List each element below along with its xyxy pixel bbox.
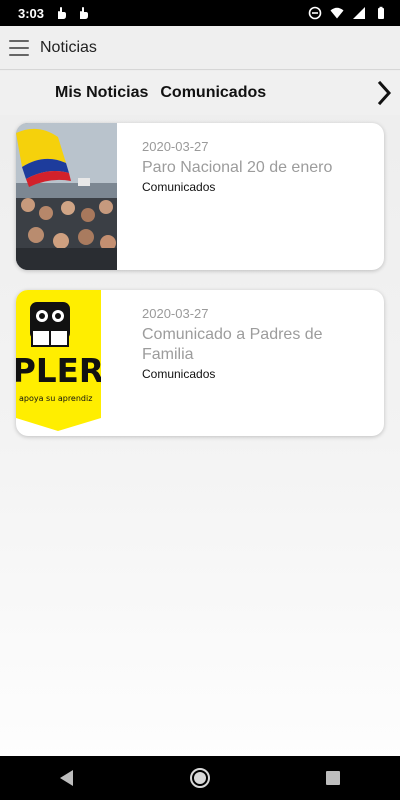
news-thumbnail [16,123,117,270]
svg-text:PLER: PLER [16,351,101,390]
tab-bar: Mis Noticias Comunicados [0,71,400,115]
tab-mis-noticias[interactable]: Mis Noticias [55,84,148,102]
battery-icon [374,6,388,20]
system-nav-bar [0,756,400,800]
news-thumbnail: PLER apoya su aprendiz [16,290,117,436]
hand-pointer-icon [54,6,68,20]
home-circle-icon[interactable] [180,763,220,793]
hand-pointer-icon [76,6,90,20]
chevron-right-icon[interactable] [376,79,394,107]
tab-comunicados[interactable]: Comunicados [160,84,266,102]
pler-logo: PLER apoya su aprendiz [16,351,104,403]
news-card-body: 2020-03-27 Comunicado a Padres de Famili… [142,306,372,381]
news-date: 2020-03-27 [142,306,209,321]
page-title: Noticias [40,38,97,56]
app-bar: Noticias [0,26,400,70]
news-category: Comunicados [142,367,216,381]
svg-text:apoya su aprendiz: apoya su aprendiz [19,394,92,403]
news-title[interactable]: Comunicado a Padres de Familia [142,325,372,365]
status-bar: 3:03 [0,0,400,26]
news-category: Comunicados [142,180,216,194]
recents-square-icon[interactable] [313,763,353,793]
news-card-body: 2020-03-27 Paro Nacional 20 de enero Com… [142,139,372,194]
do-not-disturb-icon [308,6,322,20]
wifi-icon [330,6,344,20]
signal-icon [352,6,366,20]
back-triangle-icon[interactable] [47,763,87,793]
status-time: 3:03 [18,5,45,21]
news-title[interactable]: Paro Nacional 20 de enero [142,158,372,178]
news-card[interactable]: 2020-03-27 Paro Nacional 20 de enero Com… [16,123,384,270]
hamburger-menu-icon[interactable] [9,39,29,56]
news-date: 2020-03-27 [142,139,209,154]
news-card[interactable]: PLER apoya su aprendiz 2020-03-27 Comuni… [16,290,384,436]
